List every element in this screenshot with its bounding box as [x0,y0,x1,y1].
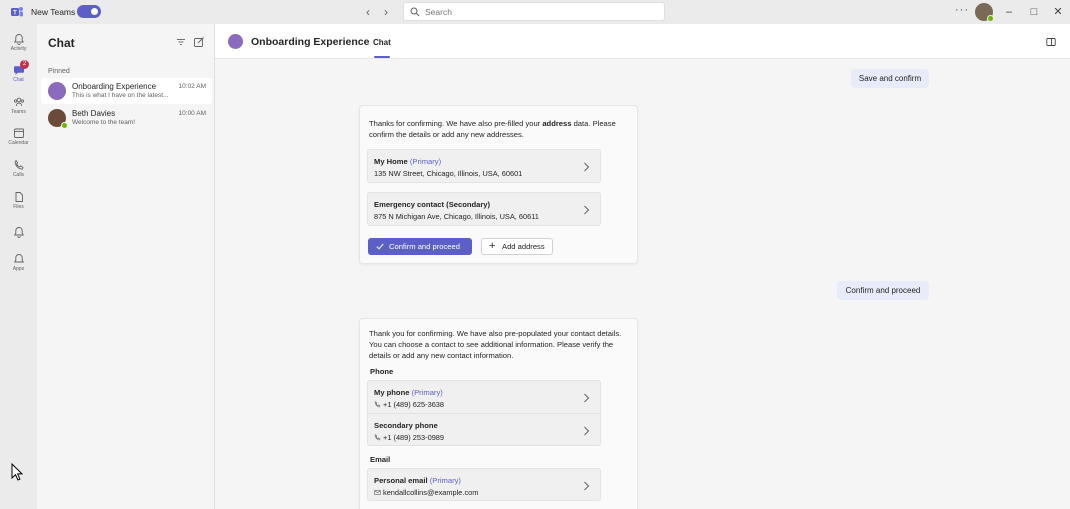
address-option-home[interactable]: My Home (Primary) 135 NW Street, Chicago… [367,149,601,183]
group-avatar [228,34,243,49]
chat-time: 10:02 AM [178,83,206,90]
chat-name: Onboarding Experience [72,82,157,91]
chat-preview: Welcome to the team! [72,119,136,126]
rail-item-files[interactable]: Files [0,189,37,217]
rail-label: Calls [12,172,25,178]
confirm-and-proceed-message: Confirm and proceed [837,281,929,300]
active-tab-indicator [374,56,390,58]
option-title: My Home (Primary) [374,157,442,166]
close-icon[interactable]: ✕ [1051,5,1065,19]
option-title: Secondary phone [374,421,438,430]
search-box[interactable] [403,2,665,21]
pinned-section-label: Pinned [48,68,70,75]
phone-section-label: Phone [370,367,394,376]
rail-label: Activity [10,46,27,52]
new-teams-toggle[interactable] [77,5,101,18]
rail-label: Calendar [8,140,29,146]
chat-name: Beth Davies [72,109,116,118]
contact-card: Thank you for confirming. We have also p… [359,318,638,509]
mail-icon [374,490,381,495]
forward-arrow-icon[interactable]: › [379,5,393,19]
email-section-label: Email [370,455,391,464]
teams-icon [13,97,24,107]
save-and-confirm-message: Save and confirm [851,69,929,88]
address-intro-text: Thanks for confirming. We have also pre-… [369,119,616,139]
teams-logo-icon: T [11,7,23,17]
rail-item-calls[interactable]: Calls [0,157,37,185]
rail-label: Files [13,204,24,210]
mouse-pointer-icon [11,463,23,481]
calendar-icon [13,128,24,138]
add-address-button[interactable]: + Add address [481,238,553,255]
chat-time: 10:00 AM [178,110,206,117]
address-option-emergency[interactable]: Emergency contact (Secondary) 875 N Mich… [367,192,601,226]
presence-available-icon [61,122,68,129]
plus-icon: + [489,240,496,252]
chevron-right-icon [584,205,590,215]
phone-icon [374,401,381,408]
option-detail: +1 (489) 625-3638 [374,400,444,409]
more-horizontal-icon[interactable]: ··· [955,4,969,16]
option-detail: +1 (489) 253-0989 [374,433,444,442]
new-chat-icon[interactable] [193,36,205,48]
phone-option-primary[interactable]: My phone (Primary) +1 (489) 625-3638 [367,380,601,413]
option-detail: kendallcollins@example.com [374,488,478,497]
chat-item-onboarding[interactable]: Onboarding Experience This is what I hav… [41,78,212,104]
filter-icon[interactable] [175,36,187,48]
conversation-header: Onboarding Experience Chat [215,24,1070,59]
confirm-and-proceed-button[interactable]: Confirm and proceed [368,238,472,255]
conversation-pane: Onboarding Experience Chat Save and conf… [215,24,1070,509]
option-detail: 875 N Michigan Ave, Chicago, Illinois, U… [374,212,539,221]
option-title: My phone (Primary) [374,388,443,397]
rail-item-teams[interactable]: Teams [0,94,37,122]
search-icon [410,7,420,17]
user-avatar[interactable] [975,3,994,22]
chevron-right-icon [584,481,590,491]
title-bar: T New Teams ‹ › ··· – □ ✕ [0,0,1070,24]
rail-item-notifications[interactable] [0,224,37,252]
chevron-right-icon [584,426,590,436]
rail-item-apps[interactable]: Apps [0,251,37,279]
conversation-title: Onboarding Experience [251,36,370,48]
rail-item-chat[interactable]: 2 Chat [0,60,37,90]
tab-chat[interactable]: Chat [373,38,391,47]
bell-icon [13,34,24,45]
app-rail: Activity 2 Chat Teams Calendar Calls Fil… [0,24,37,509]
option-detail: 135 NW Street, Chicago, Illinois, USA, 6… [374,169,523,178]
rail-label: Chat [13,77,24,83]
open-pane-icon[interactable] [1046,37,1056,47]
phone-icon [374,434,381,441]
search-input[interactable] [425,5,655,19]
contact-intro-text: Thank you for confirming. We have also p… [369,329,622,360]
option-title: Personal email (Primary) [374,476,461,485]
chat-preview: This is what I have on the latest... [72,92,169,99]
rail-label: Teams [11,109,26,115]
phone-icon [14,159,24,170]
minimize-icon[interactable]: – [1002,5,1016,19]
svg-text:T: T [13,11,17,17]
file-icon [15,192,23,202]
new-teams-label: New Teams [31,7,76,17]
checkmark-icon [376,243,384,250]
rail-item-activity[interactable]: Activity [0,31,37,59]
rail-item-calendar[interactable]: Calendar [0,125,37,153]
chat-item-beth-davies[interactable]: Beth Davies Welcome to the team! 10:00 A… [41,105,212,131]
option-title: Emergency contact (Secondary) [374,200,491,209]
notification-icon [13,227,24,238]
phone-option-secondary[interactable]: Secondary phone +1 (489) 253-0989 [367,413,601,446]
chevron-right-icon [584,393,590,403]
maximize-icon[interactable]: □ [1027,5,1041,19]
chat-badge: 2 [20,60,29,69]
presence-available-icon [987,15,994,22]
chevron-right-icon [584,162,590,172]
chat-list-title: Chat [48,36,75,50]
group-avatar [48,82,66,100]
chat-list-pane: Chat Pinned Onboarding Experience This i… [37,24,215,509]
email-option-personal[interactable]: Personal email (Primary) kendallcollins@… [367,468,601,501]
address-card: Thanks for confirming. We have also pre-… [359,105,638,264]
apps-icon [13,254,24,263]
back-arrow-icon[interactable]: ‹ [361,5,375,19]
rail-label: Apps [12,266,25,272]
